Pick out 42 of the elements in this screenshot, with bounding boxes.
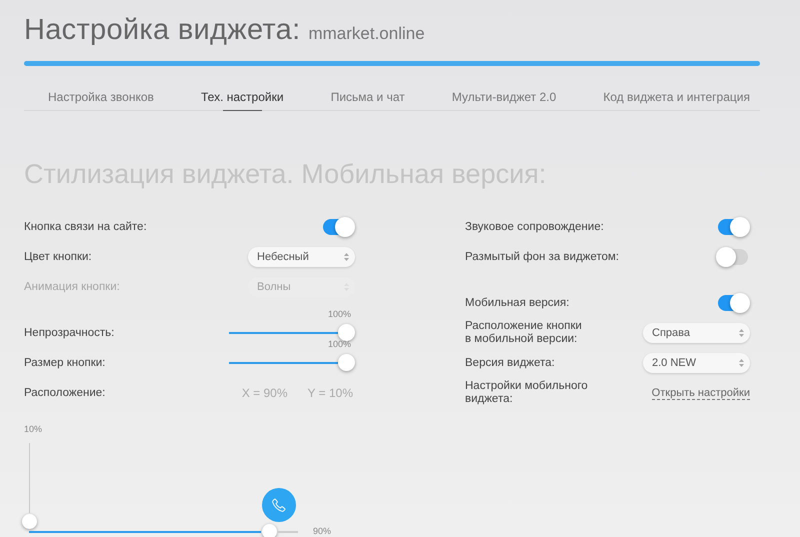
sort-arrows-icon	[739, 329, 744, 337]
toggle-switch[interactable]	[718, 295, 748, 311]
setting-label: Мобильная версия:	[465, 296, 570, 310]
sort-arrows-icon	[344, 253, 349, 261]
select-field[interactable]: Небесный	[248, 247, 355, 267]
open-settings-link[interactable]: Открыть настройки	[652, 386, 750, 400]
select-field[interactable]: 2.0 NEW	[643, 353, 750, 373]
select-field[interactable]: Справа	[643, 323, 750, 343]
sort-arrows-icon	[739, 359, 744, 367]
phone-icon	[271, 497, 287, 513]
setting-label: Настройки мобильного виджета:	[465, 380, 588, 406]
setting-label: Звуковое сопровождение:	[465, 220, 604, 234]
setting-label: Кнопка связи на сайте:	[24, 220, 147, 234]
setting-label: Размытый фон за виджетом:	[465, 250, 620, 264]
tab[interactable]: Мульти-виджет 2.0	[452, 86, 556, 110]
toggle-switch[interactable]	[323, 219, 353, 235]
call-button[interactable]	[262, 488, 296, 522]
toggle-switch[interactable]	[718, 219, 748, 235]
page-title: Настройка виджета:	[24, 14, 300, 47]
slider-thumb[interactable]	[338, 324, 355, 341]
setting-label: Анимация кнопки:	[24, 280, 120, 294]
slider-thumb[interactable]	[338, 354, 355, 371]
setting-label: Расположение кнопки в мобильной версии:	[465, 320, 582, 346]
setting-label: Цвет кнопки:	[24, 250, 92, 264]
x-axis-value: 90%	[313, 526, 332, 536]
tab[interactable]: Код виджета и интеграция	[603, 86, 750, 110]
slider-value: 100%	[328, 339, 352, 349]
horizontal-slider-thumb[interactable]	[262, 524, 277, 537]
setting-label: Версия виджета:	[465, 356, 555, 370]
setting-label: Размер кнопки:	[24, 356, 106, 370]
setting-label: Расположение:	[24, 386, 106, 400]
tab[interactable]: Настройка звонков	[48, 86, 154, 110]
toggle-switch[interactable]	[718, 249, 748, 265]
setting-label: Непрозрачность:	[24, 326, 114, 340]
tab[interactable]: Письма и чат	[330, 86, 405, 110]
slider-value: 100%	[328, 309, 352, 319]
y-axis-value: 10%	[24, 424, 42, 434]
x-value: X = 90%	[242, 386, 288, 400]
y-value: Y = 10%	[308, 386, 353, 400]
tab[interactable]: Тех. настройки	[201, 86, 284, 110]
vertical-slider-thumb[interactable]	[22, 514, 37, 529]
site-name: mmarket.online	[308, 24, 425, 44]
